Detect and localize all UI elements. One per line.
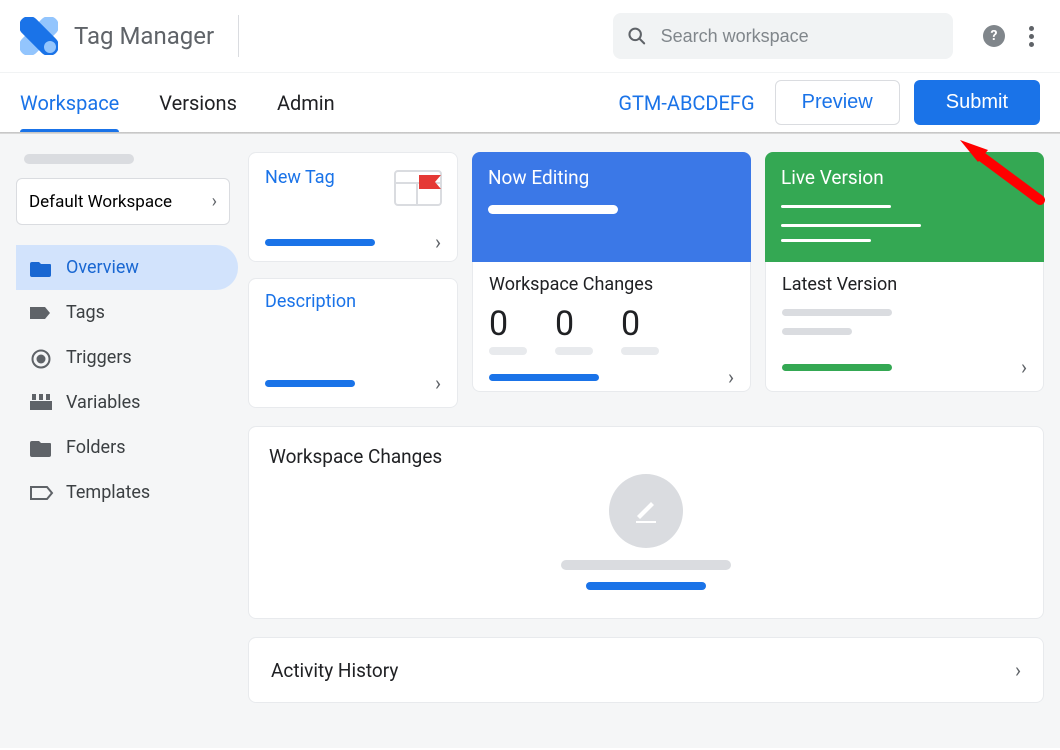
count-value: 0 <box>489 307 508 341</box>
placeholder-line <box>781 205 891 208</box>
search-input[interactable] <box>661 26 939 47</box>
trigger-icon <box>30 349 52 367</box>
search-box[interactable] <box>613 13 953 59</box>
placeholder-line <box>781 239 871 242</box>
card-workspace-changes[interactable]: Workspace Changes 0 0 0 › <box>472 262 751 392</box>
card-new-tag[interactable]: New Tag › <box>248 152 458 262</box>
folder-icon <box>30 259 52 277</box>
new-tag-illustration-icon <box>389 165 443 211</box>
tag-manager-logo-icon <box>20 17 58 55</box>
more-menu-icon[interactable] <box>1029 26 1034 47</box>
chevron-right-icon: › <box>1015 658 1021 682</box>
card-title: Now Editing <box>488 166 735 189</box>
workspace-selector[interactable]: Default Workspace › <box>16 178 230 225</box>
help-icon[interactable]: ? <box>983 25 1005 47</box>
edit-placeholder-icon <box>609 474 683 548</box>
sidebar-item-triggers[interactable]: Triggers <box>16 335 238 380</box>
placeholder-bar <box>265 239 375 246</box>
sidebar-item-label: Variables <box>66 392 140 413</box>
sidebar-item-label: Triggers <box>66 347 132 368</box>
placeholder-line <box>561 560 731 570</box>
sidebar-item-label: Templates <box>66 482 150 503</box>
placeholder-bar <box>555 347 593 355</box>
panel-activity-history[interactable]: Activity History › <box>248 637 1044 703</box>
tab-versions[interactable]: Versions <box>159 75 237 131</box>
sidebar-item-templates[interactable]: Templates <box>16 470 238 515</box>
folders-icon <box>30 439 52 457</box>
templates-icon <box>30 484 52 502</box>
sidebar: Default Workspace › Overview Tags Trig <box>16 152 230 724</box>
tab-workspace[interactable]: Workspace <box>20 75 119 131</box>
panel-title: Workspace Changes <box>269 445 1023 468</box>
panel-title: Activity History <box>271 659 398 682</box>
divider <box>238 15 239 57</box>
card-subtitle: Latest Version <box>782 274 1027 295</box>
placeholder-line <box>488 205 618 214</box>
card-now-editing[interactable]: Now Editing <box>472 152 751 262</box>
sidebar-item-tags[interactable]: Tags <box>16 290 238 335</box>
placeholder-bar <box>621 347 659 355</box>
card-title: Description <box>265 291 441 312</box>
chevron-right-icon: › <box>435 230 441 254</box>
search-icon <box>627 25 647 47</box>
variables-icon <box>30 394 52 412</box>
workspace-selector-label: Default Workspace <box>29 192 172 212</box>
count-value: 0 <box>621 307 640 341</box>
sidebar-item-label: Tags <box>66 302 105 323</box>
count-value: 0 <box>555 307 574 341</box>
tab-admin[interactable]: Admin <box>277 75 335 131</box>
sidebar-item-variables[interactable]: Variables <box>16 380 238 425</box>
placeholder-bar <box>782 364 892 371</box>
card-description[interactable]: Description › <box>248 278 458 408</box>
placeholder-bar <box>489 374 599 381</box>
chevron-right-icon: › <box>212 191 217 212</box>
container-id[interactable]: GTM-ABCDEFG <box>618 91 754 115</box>
placeholder-bar <box>265 380 355 387</box>
chevron-right-icon: › <box>1021 355 1027 379</box>
placeholder-line <box>24 154 134 164</box>
chevron-right-icon: › <box>435 371 441 395</box>
sidebar-item-label: Folders <box>66 437 126 458</box>
sidebar-item-folders[interactable]: Folders <box>16 425 238 470</box>
placeholder-bar <box>586 582 706 590</box>
tag-icon <box>30 304 52 322</box>
card-latest-version[interactable]: Latest Version › <box>765 262 1044 392</box>
sidebar-item-label: Overview <box>66 257 139 278</box>
preview-button[interactable]: Preview <box>775 80 900 125</box>
chevron-right-icon: › <box>728 365 734 389</box>
panel-workspace-changes: Workspace Changes <box>248 426 1044 619</box>
placeholder-line <box>782 328 852 335</box>
app-title: Tag Manager <box>74 22 214 50</box>
placeholder-bar <box>489 347 527 355</box>
submit-button[interactable]: Submit <box>914 80 1040 125</box>
card-title: Live Version <box>781 166 1028 189</box>
placeholder-line <box>781 224 921 227</box>
card-subtitle: Workspace Changes <box>489 274 734 295</box>
sidebar-item-overview[interactable]: Overview <box>16 245 238 290</box>
card-live-version[interactable]: Live Version <box>765 152 1044 262</box>
placeholder-line <box>782 309 892 316</box>
